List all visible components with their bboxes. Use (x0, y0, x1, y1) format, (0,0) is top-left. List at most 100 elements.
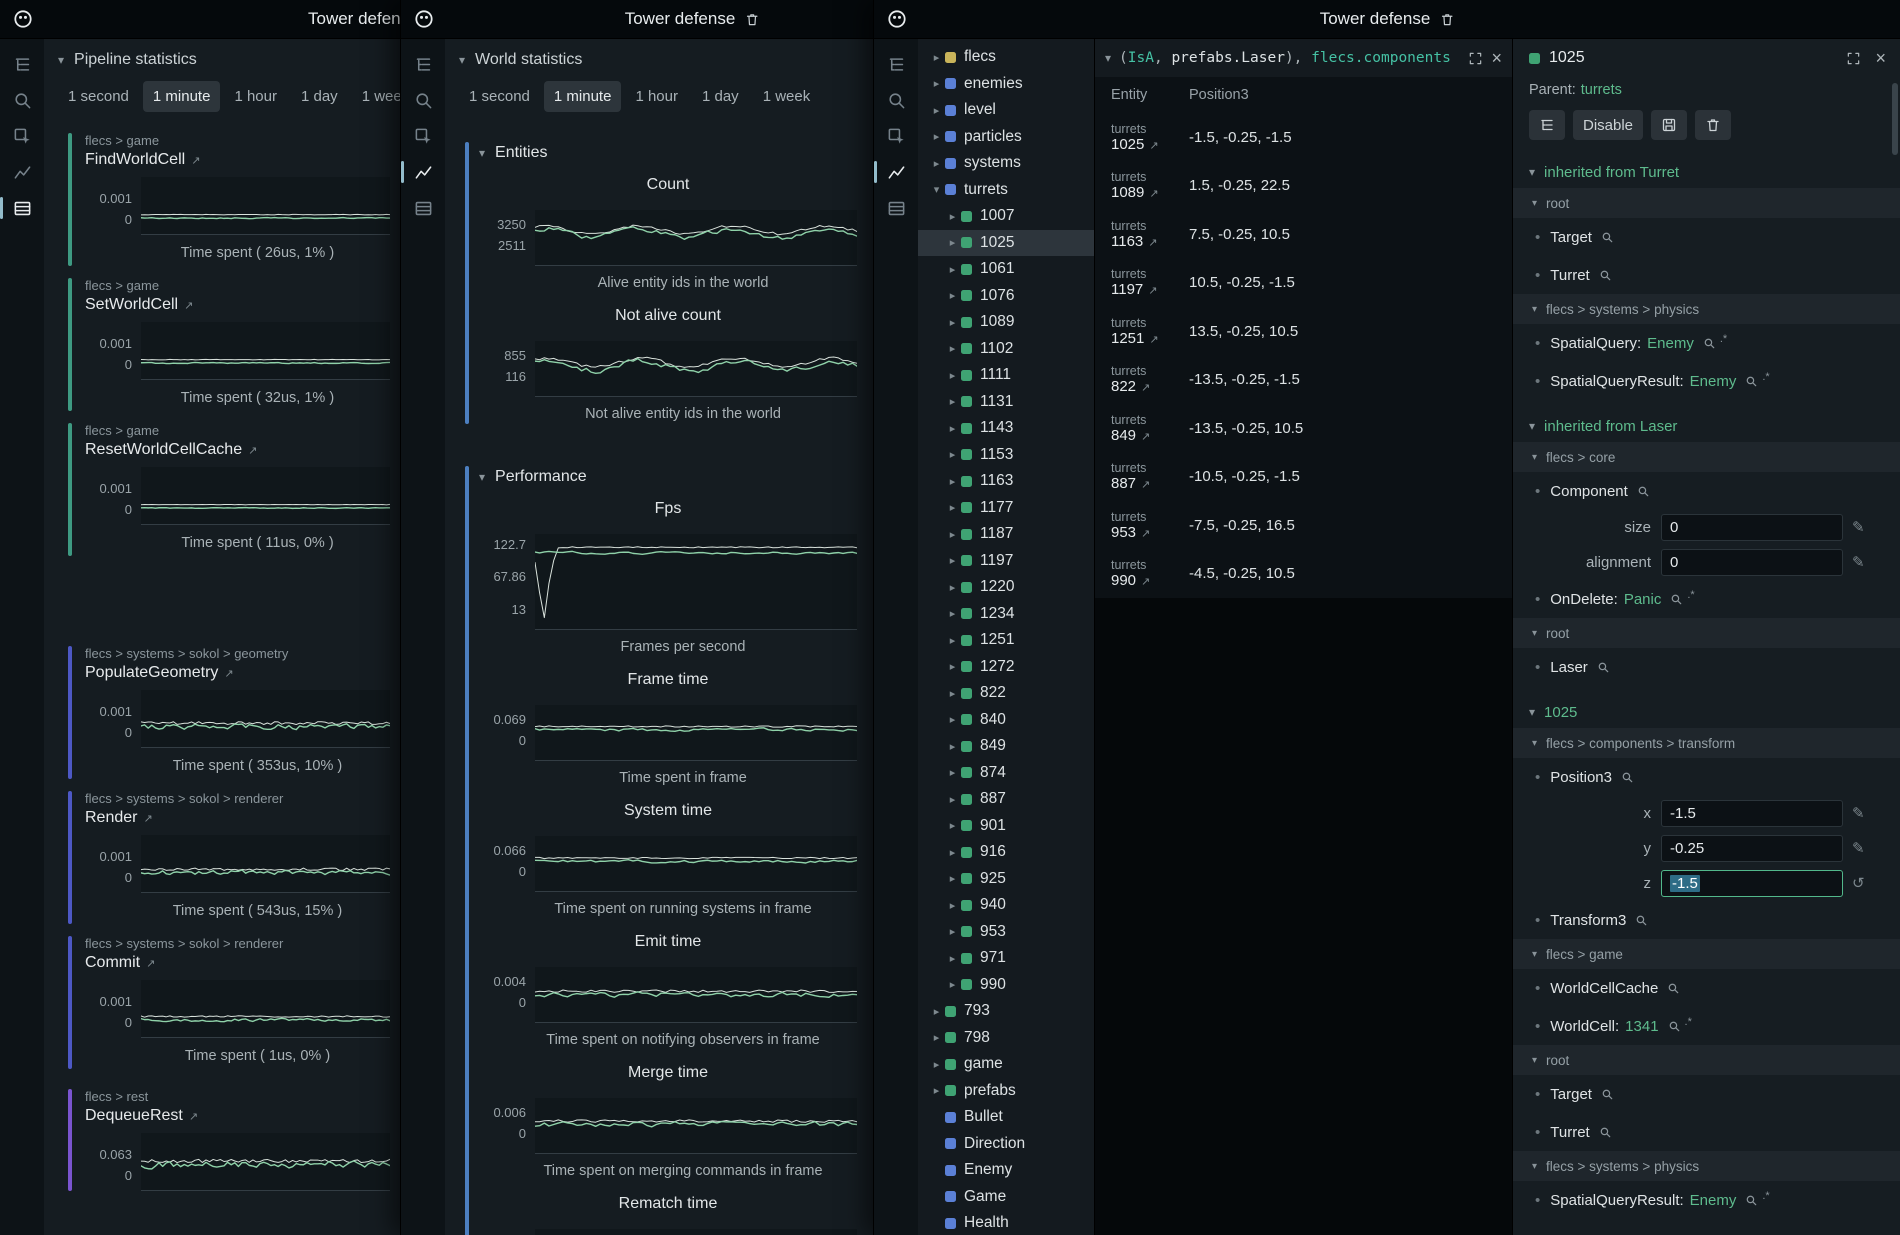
tree-item-game[interactable]: ▸game (918, 1051, 1094, 1078)
tree-expand-icon[interactable]: ▸ (946, 952, 959, 965)
tree-item-particles[interactable]: ▸particles (918, 124, 1094, 151)
time-range-1-hour[interactable]: 1 hour (224, 81, 287, 112)
tree-item-1111[interactable]: ▸1111 (918, 362, 1094, 389)
tree-item-1197[interactable]: ▸1197 (918, 548, 1094, 575)
card-title[interactable]: ResetWorldCellCache↗ (85, 441, 390, 459)
time-range-1-second[interactable]: 1 second (459, 81, 540, 112)
magnifier-icon[interactable] (1601, 1088, 1614, 1101)
card-title[interactable]: SetWorldCell↗ (85, 296, 390, 314)
tree-item-953[interactable]: ▸953 (918, 919, 1094, 946)
tree-expand-icon[interactable]: ▸ (946, 634, 959, 647)
component-row[interactable]: •SpatialQuery:Enemy.* (1513, 324, 1900, 362)
tree-item-1251[interactable]: ▸1251 (918, 627, 1094, 654)
tree-item-925[interactable]: ▸925 (918, 866, 1094, 893)
tree-item-1007[interactable]: ▸1007 (918, 203, 1094, 230)
inspector-section-header[interactable]: ▾inherited from Turret (1513, 156, 1900, 188)
tree-collapse-icon[interactable]: ▾ (930, 183, 943, 196)
tree-expand-icon[interactable]: ▸ (946, 766, 959, 779)
tree-item-prefabs[interactable]: ▸prefabs (918, 1078, 1094, 1105)
component-row[interactable]: •SpatialQueryResult:Enemy.* (1513, 362, 1900, 400)
tree-expand-icon[interactable]: ▸ (946, 607, 959, 620)
section-header[interactable]: ▾Performance (479, 462, 861, 490)
edit-icon[interactable]: ✎ (1852, 520, 1865, 535)
time-range-1-minute[interactable]: 1 minute (544, 81, 622, 112)
tree-expand-icon[interactable]: ▸ (946, 475, 959, 488)
query-result-row[interactable]: turrets990↗-4.5, -0.25, 10.5 (1095, 550, 1512, 599)
query-result-row[interactable]: turrets1197↗10.5, -0.25, -1.5 (1095, 259, 1512, 308)
magnifier-icon[interactable] (1745, 1194, 1758, 1207)
tree-item-887[interactable]: ▸887 (918, 786, 1094, 813)
tree-expand-icon[interactable]: ▸ (946, 289, 959, 302)
query-result-row[interactable]: turrets1025↗-1.5, -0.25, -1.5 (1095, 113, 1512, 162)
component-row[interactable]: •SpatialQueryResult:Enemy.* (1513, 1181, 1900, 1219)
tree-expand-icon[interactable]: ▸ (946, 369, 959, 382)
tree-expand-icon[interactable]: ▸ (930, 1005, 943, 1018)
tree-item-1143[interactable]: ▸1143 (918, 415, 1094, 442)
time-range-1-day[interactable]: 1 day (291, 81, 348, 112)
tree-expand-icon[interactable]: ▸ (946, 263, 959, 276)
tree-item-1153[interactable]: ▸1153 (918, 442, 1094, 469)
tree-item-849[interactable]: ▸849 (918, 733, 1094, 760)
trash-icon[interactable] (1439, 12, 1454, 27)
entity-id[interactable]: 1163↗ (1111, 233, 1189, 250)
magnifier-icon[interactable] (1637, 485, 1650, 498)
card-title[interactable]: Commit↗ (85, 954, 390, 972)
magnifier-icon[interactable] (1597, 661, 1610, 674)
query-result-row[interactable]: turrets1251↗13.5, -0.25, 10.5 (1095, 307, 1512, 356)
tree-expand-icon[interactable]: ▸ (946, 819, 959, 832)
query-expression[interactable]: (IsA, prefabs.Laser), flecs.components (1119, 50, 1460, 66)
sidebar-search-icon[interactable] (0, 87, 44, 113)
component-row[interactable]: •Transform3 (1513, 901, 1900, 939)
tree-item-Bullet[interactable]: Bullet (918, 1104, 1094, 1131)
component-row[interactable]: •Component (1513, 472, 1900, 510)
close-icon[interactable]: × (1875, 49, 1886, 67)
tree-item-798[interactable]: ▸798 (918, 1025, 1094, 1052)
component-row[interactable]: •Position3 (1513, 758, 1900, 796)
tree-item-940[interactable]: ▸940 (918, 892, 1094, 919)
close-icon[interactable]: × (1491, 49, 1502, 67)
entity-id[interactable]: 887↗ (1111, 475, 1189, 492)
time-range-1-second[interactable]: 1 second (58, 81, 139, 112)
tree-expand-icon[interactable]: ▸ (946, 899, 959, 912)
tree-item-Health[interactable]: Health (918, 1210, 1094, 1235)
card-title[interactable]: DequeueRest↗ (85, 1107, 390, 1125)
card-title[interactable]: PopulateGeometry↗ (85, 664, 390, 682)
component-group-header[interactable]: ▾flecs > systems > physics (1513, 1151, 1900, 1181)
component-row[interactable]: •OnDelete:Panic.* (1513, 580, 1900, 618)
tree-expand-icon[interactable]: ▸ (946, 581, 959, 594)
tree-item-systems[interactable]: ▸systems (918, 150, 1094, 177)
sidebar-chart-icon[interactable] (401, 159, 445, 185)
edit-icon[interactable]: ✎ (1852, 806, 1865, 821)
magnifier-icon[interactable] (1601, 231, 1614, 244)
tree-item-793[interactable]: ▸793 (918, 998, 1094, 1025)
component-group-header[interactable]: ▾flecs > game (1513, 939, 1900, 969)
magnifier-icon[interactable] (1745, 375, 1758, 388)
tree-expand-icon[interactable]: ▸ (946, 978, 959, 991)
component-group-header[interactable]: ▾flecs > components > transform (1513, 728, 1900, 758)
tree-expand-icon[interactable]: ▸ (946, 395, 959, 408)
tree-item-level[interactable]: ▸level (918, 97, 1094, 124)
field-input-size[interactable]: 0 (1661, 514, 1843, 541)
tree-item-822[interactable]: ▸822 (918, 680, 1094, 707)
entity-id[interactable]: 1197↗ (1111, 281, 1189, 298)
time-range-1-day[interactable]: 1 day (692, 81, 749, 112)
component-row[interactable]: •Target (1513, 1075, 1900, 1113)
component-row[interactable]: •WorldCellCache (1513, 969, 1900, 1007)
tree-expand-icon[interactable]: ▸ (946, 846, 959, 859)
magnifier-icon[interactable] (1667, 982, 1680, 995)
sidebar-search-icon[interactable] (401, 87, 445, 113)
tree-item-1089[interactable]: ▸1089 (918, 309, 1094, 336)
tree-expand-icon[interactable]: ▸ (930, 51, 943, 64)
tree-item-1076[interactable]: ▸1076 (918, 283, 1094, 310)
field-input-x[interactable]: -1.5 (1661, 800, 1843, 827)
tree-expand-icon[interactable]: ▸ (946, 713, 959, 726)
panel-header[interactable]: ▾ Pipeline statistics (44, 39, 400, 78)
magnifier-icon[interactable] (1599, 1126, 1612, 1139)
card-title[interactable]: FindWorldCell↗ (85, 151, 390, 169)
tree-expand-icon[interactable]: ▸ (930, 130, 943, 143)
card-title[interactable]: Render↗ (85, 809, 390, 827)
tree-item-840[interactable]: ▸840 (918, 707, 1094, 734)
entity-id[interactable]: 953↗ (1111, 524, 1189, 541)
tree-expand-icon[interactable]: ▸ (930, 157, 943, 170)
entity-id[interactable]: 822↗ (1111, 378, 1189, 395)
